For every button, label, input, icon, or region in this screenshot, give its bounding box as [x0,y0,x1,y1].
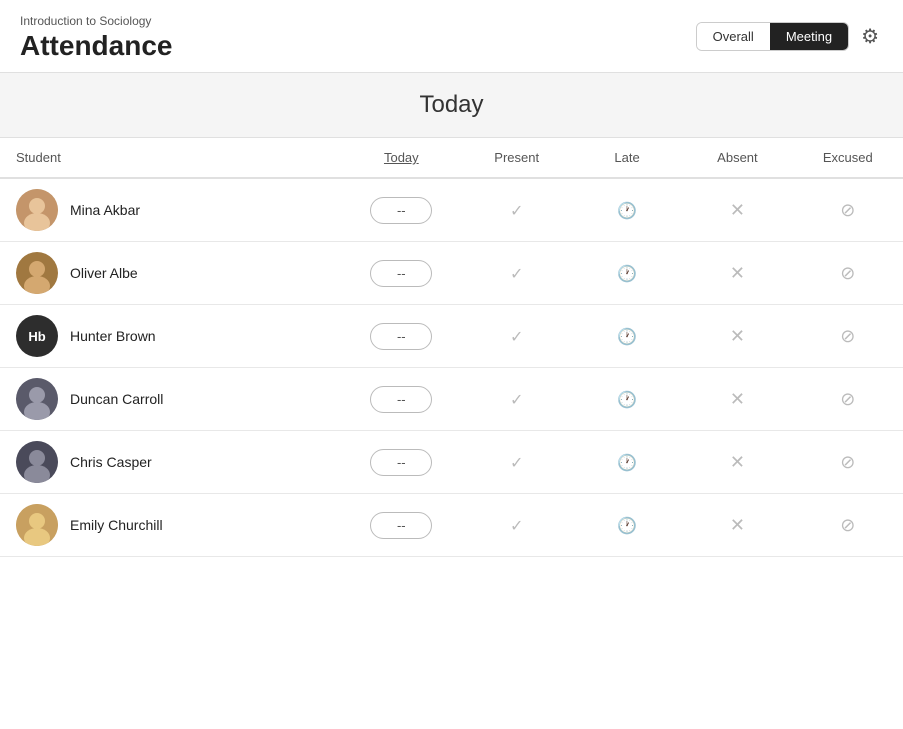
today-status-button[interactable]: -- [370,323,432,350]
excused-icon: ⊘ [840,263,855,283]
col-absent: Absent [682,138,792,178]
present-cell[interactable]: ✓ [462,431,572,494]
absent-cell[interactable]: ✕ [682,494,792,557]
late-icon: 🕐 [617,266,637,283]
header-left: Introduction to Sociology Attendance [20,14,172,62]
absent-icon: ✕ [730,515,745,535]
table-row: Emily Churchill -- ✓ 🕐 ✕ ⊘ [0,494,903,557]
today-status-button[interactable]: -- [370,449,432,476]
tab-group: Overall Meeting [696,22,849,51]
col-today: Today [341,138,461,178]
table-row: Hb Hunter Brown -- ✓ 🕐 ✕ ⊘ [0,305,903,368]
excused-cell[interactable]: ⊘ [793,368,903,431]
table-row: Chris Casper -- ✓ 🕐 ✕ ⊘ [0,431,903,494]
late-cell[interactable]: 🕐 [572,494,682,557]
avatar [16,252,58,294]
table-row: Oliver Albe -- ✓ 🕐 ✕ ⊘ [0,242,903,305]
col-excused: Excused [793,138,903,178]
excused-icon: ⊘ [840,515,855,535]
student-cell: Hb Hunter Brown [0,305,341,367]
table-header-row: Student Today Present Late Absent Excuse… [0,138,903,178]
present-icon: ✓ [510,455,523,472]
late-cell[interactable]: 🕐 [572,305,682,368]
excused-cell[interactable]: ⊘ [793,431,903,494]
today-status-button[interactable]: -- [370,512,432,539]
today-status-button[interactable]: -- [370,197,432,224]
student-name: Hunter Brown [70,328,156,344]
present-icon: ✓ [510,392,523,409]
student-cell: Duncan Carroll [0,368,341,430]
excused-cell[interactable]: ⊘ [793,305,903,368]
excused-icon: ⊘ [840,200,855,220]
late-cell[interactable]: 🕐 [572,431,682,494]
section-title: Today [0,91,903,119]
header: Introduction to Sociology Attendance Ove… [0,0,903,73]
absent-icon: ✕ [730,389,745,409]
settings-button[interactable]: ⚙ [857,20,883,53]
student-name: Emily Churchill [70,517,163,533]
late-cell[interactable]: 🕐 [572,368,682,431]
avatar [16,189,58,231]
excused-icon: ⊘ [840,326,855,346]
excused-cell[interactable]: ⊘ [793,178,903,242]
gear-icon: ⚙ [861,26,879,48]
student-name: Chris Casper [70,454,152,470]
present-cell[interactable]: ✓ [462,178,572,242]
course-name: Introduction to Sociology [20,14,172,28]
header-right: Overall Meeting ⚙ [696,20,883,53]
absent-icon: ✕ [730,263,745,283]
late-icon: 🕐 [617,329,637,346]
absent-cell[interactable]: ✕ [682,242,792,305]
avatar: Hb [16,315,58,357]
col-student: Student [0,138,341,178]
late-cell[interactable]: 🕐 [572,178,682,242]
table-row: Duncan Carroll -- ✓ 🕐 ✕ ⊘ [0,368,903,431]
late-icon: 🕐 [617,455,637,472]
section-title-area: Today [0,73,903,138]
present-icon: ✓ [510,203,523,220]
avatar [16,378,58,420]
absent-icon: ✕ [730,326,745,346]
excused-icon: ⊘ [840,452,855,472]
absent-cell[interactable]: ✕ [682,178,792,242]
present-icon: ✓ [510,518,523,535]
absent-cell[interactable]: ✕ [682,368,792,431]
student-cell: Emily Churchill [0,494,341,556]
present-cell[interactable]: ✓ [462,494,572,557]
excused-cell[interactable]: ⊘ [793,242,903,305]
present-cell[interactable]: ✓ [462,368,572,431]
col-late: Late [572,138,682,178]
page-title: Attendance [20,30,172,62]
table-row: Mina Akbar -- ✓ 🕐 ✕ ⊘ [0,178,903,242]
avatar [16,504,58,546]
tab-overall[interactable]: Overall [697,23,770,50]
present-icon: ✓ [510,329,523,346]
excused-icon: ⊘ [840,389,855,409]
present-icon: ✓ [510,266,523,283]
late-cell[interactable]: 🕐 [572,242,682,305]
absent-cell[interactable]: ✕ [682,431,792,494]
student-name: Oliver Albe [70,265,138,281]
student-name: Duncan Carroll [70,391,163,407]
attendance-table: Student Today Present Late Absent Excuse… [0,138,903,557]
student-cell: Oliver Albe [0,242,341,304]
present-cell[interactable]: ✓ [462,242,572,305]
tab-meeting[interactable]: Meeting [770,23,848,50]
late-icon: 🕐 [617,203,637,220]
col-present: Present [462,138,572,178]
student-cell: Mina Akbar [0,179,341,241]
today-status-button[interactable]: -- [370,386,432,413]
absent-icon: ✕ [730,452,745,472]
today-status-button[interactable]: -- [370,260,432,287]
absent-cell[interactable]: ✕ [682,305,792,368]
late-icon: 🕐 [617,392,637,409]
avatar [16,441,58,483]
excused-cell[interactable]: ⊘ [793,494,903,557]
student-name: Mina Akbar [70,202,140,218]
absent-icon: ✕ [730,200,745,220]
student-cell: Chris Casper [0,431,341,493]
present-cell[interactable]: ✓ [462,305,572,368]
late-icon: 🕐 [617,518,637,535]
